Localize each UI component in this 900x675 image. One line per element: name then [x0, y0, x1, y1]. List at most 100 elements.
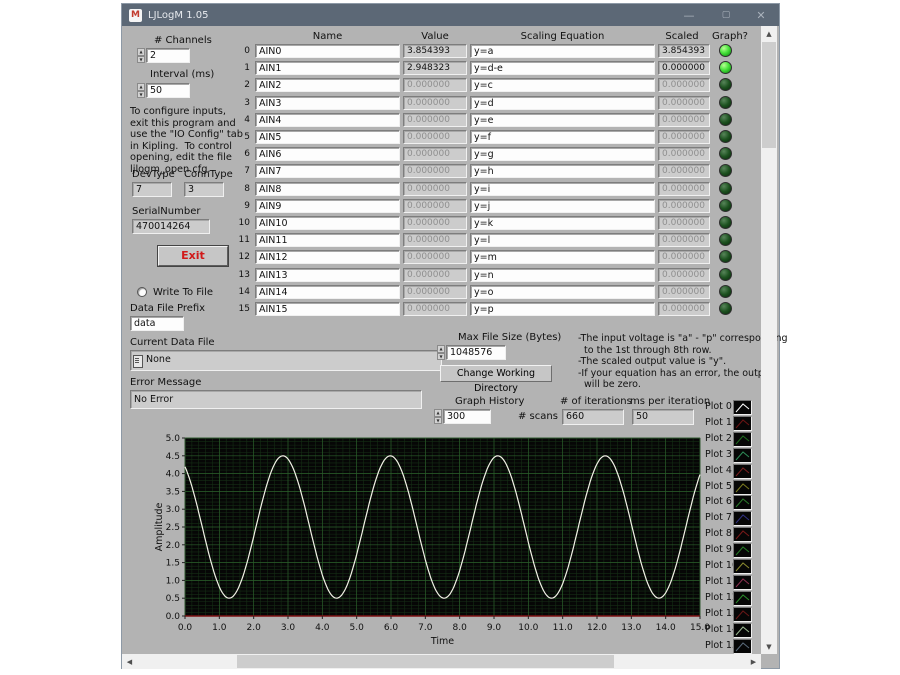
graph-led[interactable]: [719, 61, 732, 74]
interval-input[interactable]: 50: [146, 83, 190, 98]
graph-led[interactable]: [719, 250, 732, 263]
conntype-label: ConnType: [184, 169, 233, 180]
graph-led[interactable]: [719, 130, 732, 143]
legend-sample-icon[interactable]: [733, 448, 752, 463]
name-input[interactable]: AIN12: [255, 250, 400, 264]
channels-stepper[interactable]: ▲▼: [137, 48, 145, 63]
name-input[interactable]: AIN11: [255, 233, 400, 247]
graph-led[interactable]: [719, 285, 732, 298]
legend-label: Plot 1: [705, 417, 732, 428]
legend-sample-icon[interactable]: [733, 607, 752, 622]
graph-led[interactable]: [719, 182, 732, 195]
graph-led[interactable]: [719, 78, 732, 91]
current-file-field[interactable]: None: [130, 350, 442, 371]
legend-sample-icon[interactable]: [733, 623, 752, 638]
equation-input[interactable]: y=m: [470, 250, 655, 264]
name-input[interactable]: AIN9: [255, 199, 400, 213]
graph-led[interactable]: [719, 302, 732, 315]
change-directory-button[interactable]: Change Working Directory: [440, 365, 552, 382]
equation-input[interactable]: y=f: [470, 130, 655, 144]
graph-led[interactable]: [719, 164, 732, 177]
legend-sample-icon[interactable]: [733, 432, 752, 447]
graph-led[interactable]: [719, 216, 732, 229]
vertical-scrollbar[interactable]: ▲ ▼: [761, 26, 777, 654]
channels-input[interactable]: 2: [146, 48, 190, 63]
legend-sample-icon[interactable]: [733, 543, 752, 558]
max-file-input[interactable]: 1048576: [446, 345, 506, 360]
scaled-field: 0.000000: [658, 182, 710, 196]
name-input[interactable]: AIN13: [255, 268, 400, 282]
name-input[interactable]: AIN0: [255, 44, 400, 58]
equation-input[interactable]: y=h: [470, 164, 655, 178]
graph-led[interactable]: [719, 44, 732, 57]
scroll-left-icon[interactable]: ◀: [122, 654, 137, 669]
equation-input[interactable]: y=o: [470, 285, 655, 299]
legend-sample-icon[interactable]: [733, 480, 752, 495]
svg-text:1.5: 1.5: [166, 559, 180, 569]
graph-led[interactable]: [719, 233, 732, 246]
equation-input[interactable]: y=p: [470, 302, 655, 316]
horizontal-scrollbar[interactable]: ◀ ▶: [122, 654, 761, 669]
interval-stepper[interactable]: ▲▼: [137, 83, 145, 98]
exit-button[interactable]: Exit: [158, 246, 228, 266]
name-input[interactable]: AIN14: [255, 285, 400, 299]
svg-text:3.5: 3.5: [166, 487, 180, 497]
name-input[interactable]: AIN8: [255, 182, 400, 196]
legend-sample-icon[interactable]: [733, 416, 752, 431]
legend-sample-icon[interactable]: [733, 464, 752, 479]
equation-input[interactable]: y=d: [470, 96, 655, 110]
name-input[interactable]: AIN7: [255, 164, 400, 178]
graph-led[interactable]: [719, 199, 732, 212]
legend-sample-icon[interactable]: [733, 400, 752, 415]
max-file-stepper[interactable]: ▲▼: [437, 345, 445, 360]
title-bar[interactable]: M LJLogM 1.05 — ▢ ✕: [122, 4, 779, 26]
graph-history-stepper[interactable]: ▲▼: [434, 409, 442, 424]
graph-led[interactable]: [719, 113, 732, 126]
value-field: 0.000000: [403, 130, 467, 144]
graph-led[interactable]: [719, 147, 732, 160]
scroll-right-icon[interactable]: ▶: [746, 654, 761, 669]
equation-input[interactable]: y=a: [470, 44, 655, 58]
write-to-file-radio[interactable]: [137, 287, 147, 297]
value-field: 0.000000: [403, 268, 467, 282]
scaled-field: 0.000000: [658, 113, 710, 127]
legend-sample-icon[interactable]: [733, 639, 752, 654]
name-input[interactable]: AIN5: [255, 130, 400, 144]
path-browse-icon[interactable]: [133, 355, 143, 368]
legend-sample-icon[interactable]: [733, 511, 752, 526]
minimize-icon[interactable]: —: [672, 4, 706, 26]
name-input[interactable]: AIN1: [255, 61, 400, 75]
legend-sample-icon[interactable]: [733, 495, 752, 510]
legend-sample-icon[interactable]: [733, 591, 752, 606]
maximize-icon[interactable]: ▢: [709, 4, 743, 26]
prefix-input[interactable]: data: [130, 316, 184, 331]
scroll-up-icon[interactable]: ▲: [761, 26, 777, 41]
scroll-down-icon[interactable]: ▼: [761, 639, 777, 654]
vertical-scroll-thumb[interactable]: [762, 42, 776, 148]
equation-input[interactable]: y=l: [470, 233, 655, 247]
name-input[interactable]: AIN10: [255, 216, 400, 230]
name-input[interactable]: AIN6: [255, 147, 400, 161]
equation-input[interactable]: y=e: [470, 113, 655, 127]
legend-sample-icon[interactable]: [733, 527, 752, 542]
name-input[interactable]: AIN15: [255, 302, 400, 316]
graph-led[interactable]: [719, 268, 732, 281]
equation-input[interactable]: y=n: [470, 268, 655, 282]
name-input[interactable]: AIN4: [255, 113, 400, 127]
horizontal-scroll-thumb[interactable]: [237, 655, 614, 668]
equation-input[interactable]: y=d-e: [470, 61, 655, 75]
close-icon[interactable]: ✕: [744, 4, 778, 26]
graph-history-input[interactable]: 300: [443, 409, 491, 424]
equation-input[interactable]: y=i: [470, 182, 655, 196]
name-input[interactable]: AIN2: [255, 78, 400, 92]
legend-sample-icon[interactable]: [733, 575, 752, 590]
equation-input[interactable]: y=j: [470, 199, 655, 213]
legend-sample-icon[interactable]: [733, 559, 752, 574]
equation-input[interactable]: y=g: [470, 147, 655, 161]
equation-input[interactable]: y=c: [470, 78, 655, 92]
serial-field: 470014264: [132, 219, 210, 234]
error-field: No Error: [130, 390, 422, 409]
name-input[interactable]: AIN3: [255, 96, 400, 110]
graph-led[interactable]: [719, 96, 732, 109]
equation-input[interactable]: y=k: [470, 216, 655, 230]
